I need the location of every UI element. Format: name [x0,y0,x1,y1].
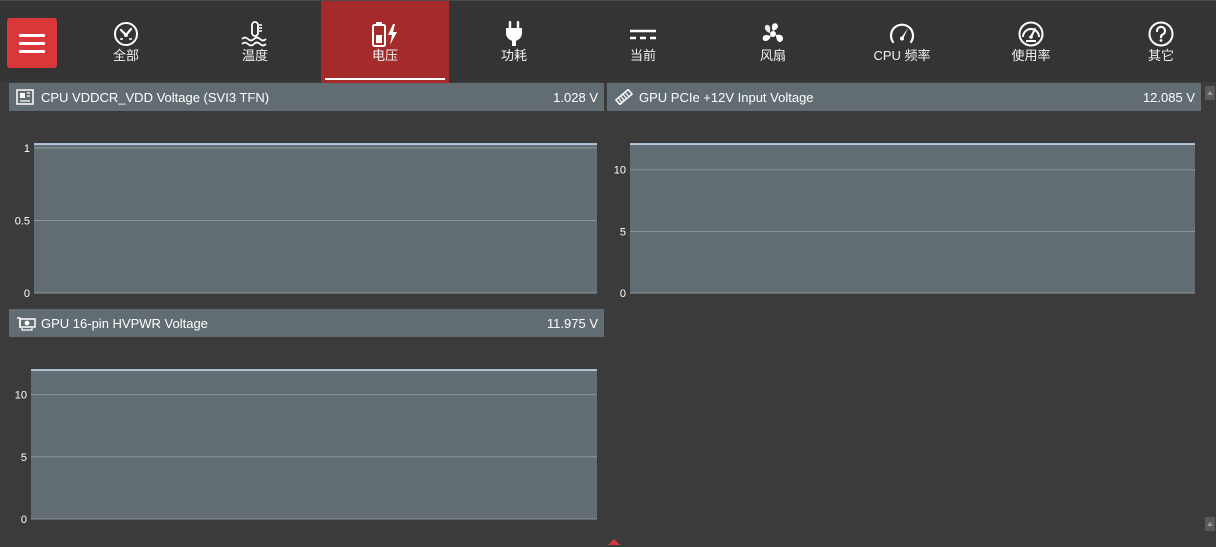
plot-area [31,370,597,519]
scroll-up-button[interactable] [1205,86,1215,100]
y-tick-label: 10 [614,165,626,177]
tab-temperature[interactable]: 温度 [191,1,319,83]
hamburger-icon-bar [19,49,45,53]
tab-label: 其它 [1147,48,1174,63]
voltage-chart: 0 5 10 [604,115,1202,305]
chart-svg: 00.51 [15,143,597,300]
tab-cpu-frequency[interactable]: CPU 频率 [838,1,966,83]
active-tab-indicator [325,78,445,80]
y-tick-label: 0 [24,288,30,300]
sensor-panel-header[interactable]: GPU 16-pin HVPWR Voltage 11.975 V [9,309,604,337]
y-tick-label: 0 [21,514,27,526]
plug-icon [503,21,525,47]
wrench-gauge-icon [113,21,139,47]
tab-fans[interactable]: 风扇 [709,1,837,83]
y-tick-label: 0.5 [15,216,30,228]
plot-area [630,144,1195,293]
y-tick-label: 5 [620,226,626,238]
tab-usage[interactable]: 使用率 [967,1,1095,83]
sensor-title: CPU VDDCR_VDD Voltage (SVI3 TFN) [41,89,270,105]
hamburger-icon [19,33,45,37]
y-tick-label: 5 [21,452,27,464]
battery-bolt-icon [371,21,399,47]
question-icon [1147,21,1175,47]
tab-all[interactable]: 全部 [62,1,190,83]
top-nav-bar: 全部 温度 电压 功耗 当前 风扇 CPU 频率 使用率 其它 [0,0,1216,83]
plot-area [34,144,597,293]
sensor-panel-header[interactable]: GPU PCIe +12V Input Voltage 12.085 V [607,83,1201,111]
tab-label: CPU 频率 [873,48,931,63]
tab-power[interactable]: 功耗 [450,1,578,83]
tab-voltage[interactable]: 电压 [321,1,449,83]
tab-label: 当前 [629,48,656,63]
tab-label: 电压 [371,48,398,63]
hamburger-menu-button[interactable] [7,18,57,68]
dc-current-icon [628,21,658,47]
hwinfo-voltage-view: 全部 温度 电压 功耗 当前 风扇 CPU 频率 使用率 其它 CPU VDDC… [0,0,1216,547]
sensor-title: GPU 16-pin HVPWR Voltage [41,315,208,331]
y-tick-label: 1 [24,143,30,155]
voltage-chart: 0 0.5 1 [0,115,604,305]
tab-label: 风扇 [759,48,786,63]
chart-svg: 0 5 10 [15,369,597,526]
y-tick-label: 10 [15,390,27,402]
tab-label: 使用率 [1011,48,1051,63]
tab-label: 全部 [112,48,139,63]
gauge-dial-icon [1017,21,1045,47]
pcie-card-icon [614,89,634,105]
gpu-card-icon [16,315,36,331]
y-tick-label: 0 [620,288,626,300]
sensor-value: 12.085 V [1142,89,1195,105]
tab-current[interactable]: 当前 [579,1,707,83]
hamburger-icon-bar [19,41,45,45]
chart-svg: 0 5 10 [614,143,1195,300]
voltage-chart: 0 5 10 [0,341,604,531]
sensor-panel-header[interactable]: CPU VDDCR_VDD Voltage (SVI3 TFN) 1.028 V [9,83,604,111]
tab-label: 功耗 [500,48,527,63]
collapse-caret-icon[interactable] [608,539,620,545]
sensor-value: 11.975 V [546,315,598,331]
tab-label: 温度 [241,48,268,63]
tab-other[interactable]: 其它 [1097,1,1216,83]
sensor-value: 1.028 V [553,89,598,105]
sensor-title: GPU PCIe +12V Input Voltage [639,89,814,105]
motherboard-icon [16,89,36,105]
fan-icon [759,21,787,47]
speedometer-icon [888,21,916,47]
thermometer-icon [240,21,270,47]
scroll-down-button[interactable] [1205,517,1215,531]
